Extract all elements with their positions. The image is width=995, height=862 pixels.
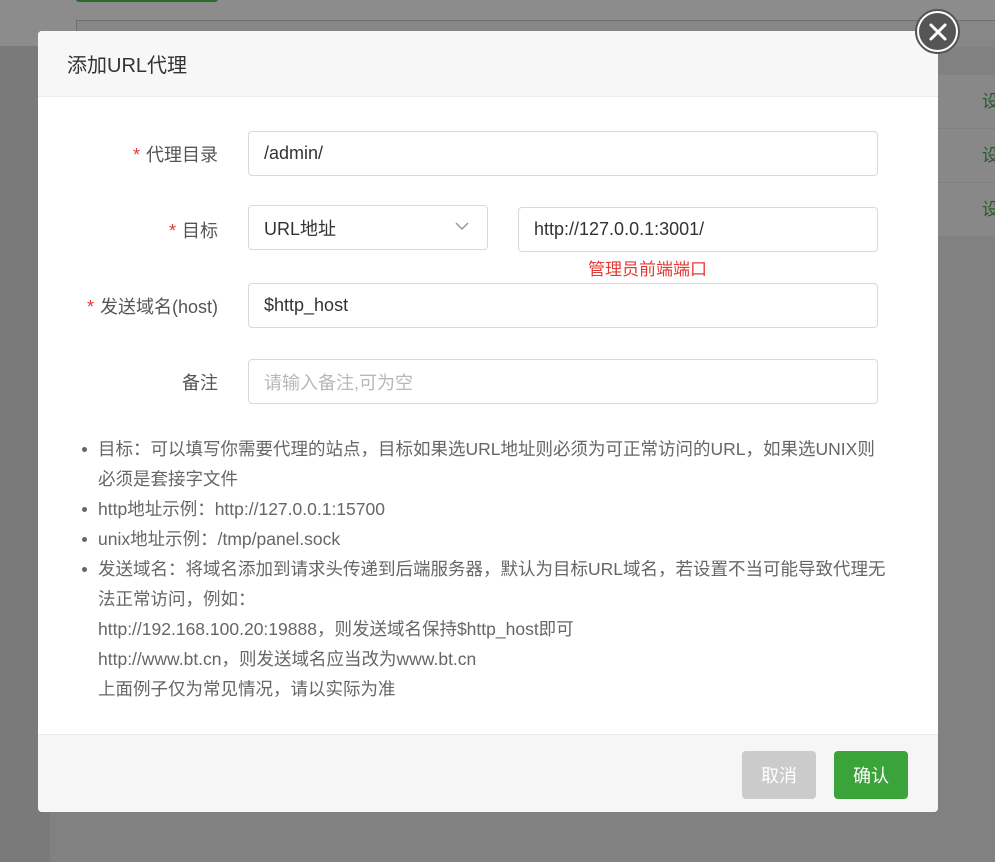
tip-line: 目标：可以填写你需要代理的站点，目标如果选URL地址则必须为可正常访问的URL，… [98,439,875,459]
required-mark: * [168,221,176,241]
background-row-action: 设 [938,75,995,129]
dialog-footer: 取消 确认 [38,734,938,812]
target-label: * 目标 [169,217,218,243]
host-label: * 发送域名(host) [87,293,218,319]
required-mark: * [132,145,140,165]
add-url-proxy-dialog: 添加URL代理 * 代理目录 /admin/ * 目标 URL地址 http://1… [38,31,938,812]
tip-item: 目标：可以填写你需要代理的站点，目标如果选URL地址则必须为可正常访问的URL，… [78,434,918,494]
close-circle-icon [919,13,956,50]
target-label-text: 目标 [182,221,218,241]
tip-line: unix地址示例：/tmp/panel.sock [98,529,341,549]
tip-line: http://www.bt.cn，则发送域名应当改为www.bt.cn [98,649,477,669]
host-label-text: 发送域名(host) [99,297,218,317]
tip-line: 发送域名：将域名添加到请求头传递到后端服务器，默认为目标URL域名，若设置不当可… [98,559,886,579]
background-green-button [76,0,218,2]
target-type-value: URL地址 [264,218,337,239]
remark-label-text: 备注 [182,373,218,393]
proxy-dir-label-text: 代理目录 [146,145,218,165]
cancel-button[interactable]: 取消 [742,751,816,799]
remark-label: 备注 [182,369,218,395]
chevron-down-icon [455,222,469,231]
remark-placeholder: 请输入备注,可为空 [264,372,414,393]
target-url-value: http://127.0.0.1:3001/ [534,219,705,239]
background-row-action: 设 [938,183,995,237]
required-mark: * [86,297,94,317]
proxy-dir-value: /admin/ [264,143,324,163]
close-dialog-button[interactable] [915,9,960,54]
proxy-dir-input[interactable]: /admin/ [248,131,878,176]
dialog-title: 添加URL代理 [67,55,188,77]
background-row-action: 设 [938,129,995,183]
target-url-input[interactable]: http://127.0.0.1:3001/ [518,207,878,252]
help-tips: 目标：可以填写你需要代理的站点，目标如果选URL地址则必须为可正常访问的URL，… [78,434,918,704]
remark-input[interactable]: 请输入备注,可为空 [248,359,878,404]
host-value: $http_host [264,295,349,315]
tip-item: unix地址示例：/tmp/panel.sock [78,524,918,554]
tip-line: 必须是套接字文件 [98,469,238,489]
tip-item: http地址示例：http://127.0.0.1:15700 [78,494,918,524]
tip-item: 发送域名：将域名添加到请求头传递到后端服务器，默认为目标URL域名，若设置不当可… [78,554,918,704]
dialog-header: 添加URL代理 [38,31,938,97]
confirm-button[interactable]: 确认 [834,751,908,799]
tip-line: 上面例子仅为常见情况，请以实际为准 [98,679,396,699]
tip-line: http地址示例：http://127.0.0.1:15700 [98,499,385,519]
target-url-note: 管理员前端端口 [588,260,707,279]
tip-line: http://192.168.100.20:19888，则发送域名保持$http… [98,619,574,639]
target-type-select[interactable]: URL地址 [248,205,488,250]
proxy-dir-label: * 代理目录 [133,141,218,167]
host-input[interactable]: $http_host [248,283,878,328]
background-table: 设 设 设 [938,75,995,237]
tip-line: 法正常访问，例如： [98,589,256,609]
